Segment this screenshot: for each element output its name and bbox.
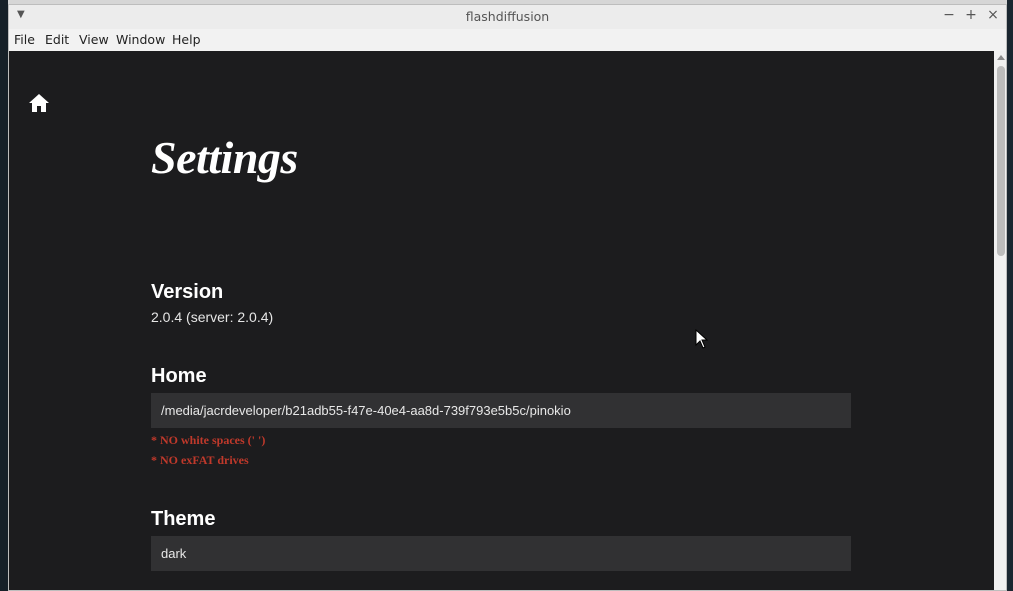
app-window: ▼ flashdiffusion − + × File Edit View Wi… bbox=[8, 4, 1007, 591]
warning-no-spaces: * NO white spaces (' ') bbox=[151, 433, 266, 447]
home-heading: Home bbox=[151, 365, 207, 387]
page-title: Settings bbox=[151, 132, 298, 183]
warning-no-exfat: * NO exFAT drives bbox=[151, 453, 249, 467]
title-bar: ▼ flashdiffusion − + × bbox=[9, 5, 1006, 30]
scroll-up-icon[interactable] bbox=[997, 55, 1005, 60]
home-icon[interactable] bbox=[28, 93, 50, 113]
home-path-input[interactable]: /media/jacrdeveloper/b21adb55-f47e-40e4-… bbox=[151, 393, 851, 428]
menu-bar: File Edit View Window Help bbox=[9, 29, 1006, 51]
maximize-icon[interactable]: + bbox=[963, 7, 979, 23]
menu-edit[interactable]: Edit bbox=[45, 32, 69, 47]
mouse-pointer-icon bbox=[695, 329, 709, 349]
menu-window[interactable]: Window bbox=[116, 32, 165, 47]
window-title: flashdiffusion bbox=[465, 9, 550, 24]
theme-heading: Theme bbox=[151, 508, 216, 530]
theme-select[interactable]: dark bbox=[151, 536, 851, 571]
background-terminal-left bbox=[0, 0, 8, 591]
menu-view[interactable]: View bbox=[79, 32, 109, 47]
menu-file[interactable]: File bbox=[14, 32, 35, 47]
minimize-icon[interactable]: − bbox=[941, 7, 957, 23]
vertical-scrollbar[interactable] bbox=[994, 51, 1006, 590]
version-heading: Version bbox=[151, 281, 224, 303]
scrollbar-thumb[interactable] bbox=[997, 66, 1005, 256]
version-value: 2.0.4 (server: 2.0.4) bbox=[151, 309, 274, 325]
background-terminal-right bbox=[1007, 0, 1013, 591]
close-icon[interactable]: × bbox=[985, 7, 1001, 23]
menu-help[interactable]: Help bbox=[172, 32, 201, 47]
